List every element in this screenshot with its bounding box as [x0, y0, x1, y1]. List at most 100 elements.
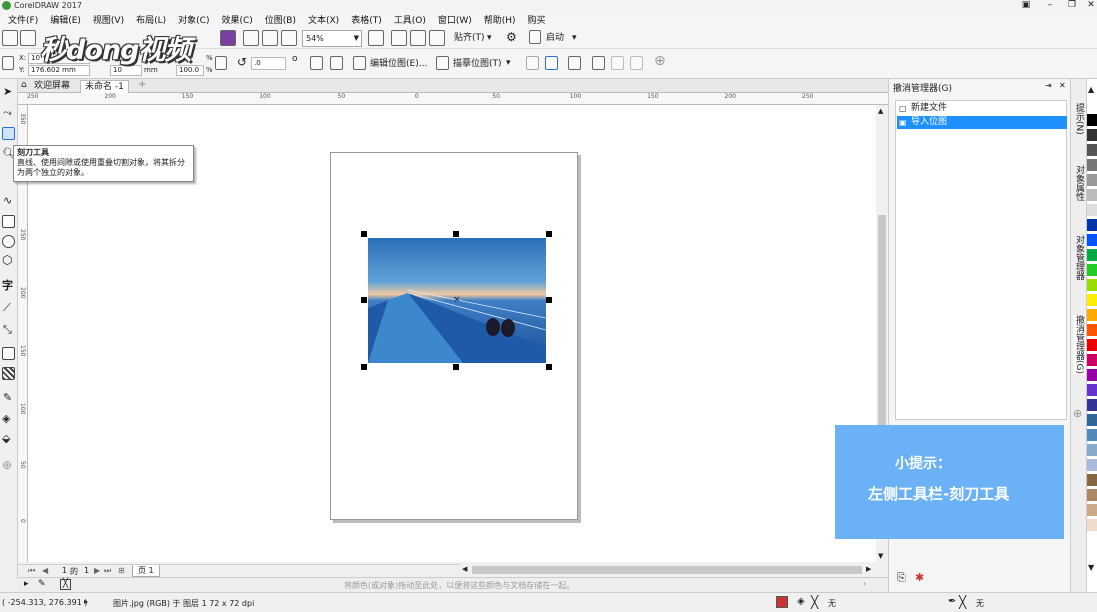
ungroup-icon[interactable] [630, 56, 643, 70]
list-item[interactable]: ▢ 新建文件 [897, 102, 1067, 115]
parallel-dimension-icon[interactable]: ⟋ [3, 301, 11, 315]
rotation-angle-input[interactable]: .0 [251, 57, 286, 70]
next-page-icon[interactable]: ▶ [94, 566, 100, 575]
account-icon[interactable]: ▣ [1015, 0, 1037, 11]
trace-bitmap-icon[interactable] [436, 56, 449, 70]
menu-item[interactable]: 文件(F) [2, 13, 44, 26]
vertical-scroll-thumb[interactable] [878, 215, 886, 445]
color-swatch[interactable] [1087, 474, 1097, 486]
menu-item[interactable]: 帮助(H) [478, 13, 522, 26]
show-grid-icon[interactable] [410, 30, 426, 46]
menu-item[interactable]: 购买 [522, 13, 552, 26]
snap-to-dropdown[interactable]: 贴齐(T) [454, 32, 485, 44]
rectangle-tool-icon[interactable] [2, 215, 15, 228]
list-item-selected[interactable]: ▣ 导入位图 [897, 116, 1067, 129]
color-swatch[interactable] [1087, 324, 1097, 336]
edit-bitmap-icon[interactable] [353, 56, 366, 70]
menu-item[interactable]: 文本(X) [302, 13, 345, 26]
color-swatch[interactable] [1087, 444, 1097, 456]
color-proof-icon[interactable] [776, 596, 788, 608]
color-swatch[interactable] [1087, 339, 1097, 351]
menu-item[interactable]: 位图(B) [259, 13, 302, 26]
menu-item[interactable]: 布局(L) [130, 13, 172, 26]
color-swatch[interactable] [1087, 504, 1097, 516]
import-bitmap-icon[interactable] [220, 30, 236, 46]
color-swatch[interactable] [1087, 189, 1097, 201]
menu-item[interactable]: 对象(C) [172, 13, 215, 26]
scroll-down-icon[interactable]: ▼ [878, 552, 883, 560]
color-swatch[interactable] [1087, 249, 1097, 261]
bitmap-mask-icon[interactable] [568, 56, 581, 70]
eyedropper-icon[interactable]: ✎ [38, 579, 46, 589]
launch-icon[interactable] [529, 30, 541, 44]
last-page-icon[interactable]: ⏭ [104, 566, 111, 576]
tab-undo-manager[interactable]: 撤消管理器(G) [1073, 315, 1086, 374]
mirror-horizontal-icon[interactable] [310, 56, 323, 70]
minimize-icon[interactable]: – [1039, 0, 1061, 11]
outline-value[interactable]: 无 [976, 598, 984, 609]
close-icon[interactable]: ✕ [1080, 0, 1097, 11]
launch-dropdown[interactable]: 启动 [546, 32, 564, 44]
polygon-tool-icon[interactable]: ⬡ [2, 253, 12, 267]
options-gear-icon[interactable]: ⚙ [506, 31, 517, 43]
scroll-right-icon[interactable]: ▶ [866, 565, 871, 573]
zoom-level-select[interactable]: 54% ▼ [302, 30, 362, 47]
selection-handle[interactable] [361, 297, 367, 303]
connector-tool-icon[interactable]: ⤡ [3, 323, 12, 337]
color-swatch[interactable] [1087, 129, 1097, 141]
selection-handle[interactable] [453, 231, 459, 237]
edit-bitmap-button[interactable]: 编辑位图(E)... [370, 58, 427, 70]
add-docker-icon[interactable]: ⊕ [1073, 407, 1082, 420]
pick-tool-icon[interactable]: ➤ [3, 85, 12, 98]
freehand-tool-icon[interactable]: ∿ [3, 194, 12, 207]
add-tool-icon[interactable]: ⊕ [2, 458, 12, 472]
smart-fill-icon[interactable]: ⬙ [2, 432, 10, 445]
color-swatch[interactable] [1087, 234, 1097, 246]
interactive-fill-icon[interactable]: ◈ [2, 412, 10, 425]
selection-handle[interactable] [453, 364, 459, 370]
docker-close-icon[interactable]: ✕ [1059, 81, 1066, 90]
palette-down-icon[interactable]: ▼ [1088, 563, 1094, 572]
color-swatch[interactable] [1087, 369, 1097, 381]
object-origin-icon[interactable] [2, 56, 14, 70]
menu-item[interactable]: 视图(V) [87, 13, 130, 26]
color-swatch[interactable] [1087, 219, 1097, 231]
no-color-swatch[interactable]: ╳ [60, 579, 71, 590]
tab-object-manager[interactable]: 对象管理器 [1073, 235, 1086, 280]
export-icon[interactable] [262, 30, 278, 46]
color-swatch[interactable] [1087, 294, 1097, 306]
color-swatch[interactable] [1087, 459, 1097, 471]
color-swatch[interactable] [1087, 354, 1097, 366]
show-rulers-icon[interactable] [391, 30, 407, 46]
menu-item[interactable]: 表格(T) [345, 13, 388, 26]
selection-handle[interactable] [546, 231, 552, 237]
horizontal-scroll-thumb[interactable] [472, 566, 862, 574]
add-icon[interactable]: ⊕ [654, 54, 666, 68]
full-screen-icon[interactable] [368, 30, 384, 46]
play-icon[interactable]: ▸ [24, 579, 29, 589]
tab-hints[interactable]: 提示(N) [1073, 103, 1086, 135]
horizontal-scrollbar[interactable]: ◀ ▶ [460, 564, 876, 576]
eyedropper-tool-icon[interactable]: ✎ [3, 391, 12, 404]
palette-up-icon[interactable]: ▲ [1088, 85, 1094, 94]
prev-page-icon[interactable]: ◀ [42, 566, 48, 575]
color-swatch[interactable] [1087, 114, 1097, 126]
tab-page-1[interactable]: 页 1 [132, 565, 160, 577]
color-swatch[interactable] [1087, 159, 1097, 171]
group-icon[interactable] [611, 56, 624, 70]
play-icon[interactable]: ▸ [84, 597, 88, 606]
knife-tool-icon[interactable] [2, 127, 15, 140]
open-document-icon[interactable] [20, 30, 36, 46]
ellipse-tool-icon[interactable] [2, 235, 15, 248]
add-page-icon[interactable]: ⊞ [118, 566, 125, 575]
home-icon[interactable]: ⌂ [21, 80, 27, 90]
menu-item[interactable]: 编辑(E) [44, 13, 87, 26]
fill-value[interactable]: 无 [828, 598, 836, 609]
mirror-vertical-icon[interactable] [330, 56, 343, 70]
tab-untitled[interactable]: 未命名 -1 [80, 80, 129, 93]
color-swatch[interactable] [1087, 99, 1097, 111]
new-tab-plus-icon[interactable]: + [138, 79, 146, 90]
scroll-left-icon[interactable]: ◀ [462, 565, 467, 573]
transparency-tool-icon[interactable] [2, 367, 15, 380]
current-page-number[interactable]: 1 [62, 566, 67, 575]
